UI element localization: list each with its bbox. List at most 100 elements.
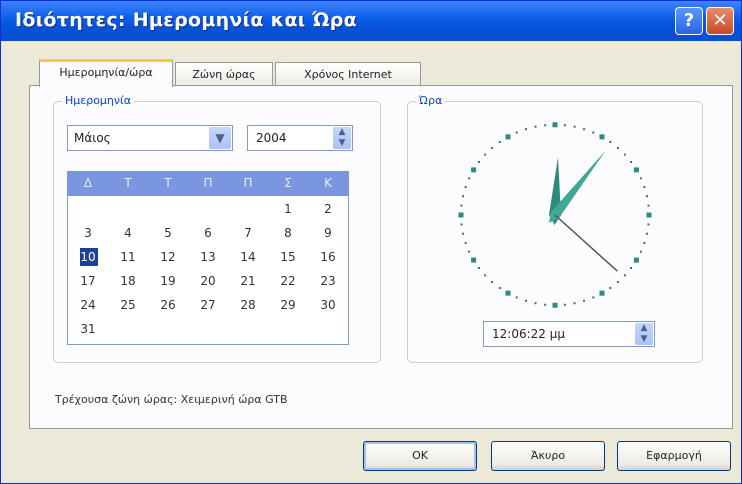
minute-marker (462, 195, 465, 198)
minute-marker (468, 177, 471, 180)
hour-marker (633, 167, 639, 173)
minute-marker (563, 124, 566, 127)
tab-internet-time[interactable]: Χρόνος Internet (275, 62, 421, 86)
minute-marker (592, 296, 595, 299)
calendar-day[interactable]: 1 (268, 202, 308, 216)
hour-marker (471, 167, 477, 173)
weekday-label: Τ (164, 176, 172, 190)
minute-marker (477, 267, 480, 270)
minute-marker (630, 267, 633, 270)
calendar-day[interactable]: 12 (148, 250, 188, 264)
cancel-button[interactable]: Άκυρο (491, 441, 605, 471)
calendar-day[interactable]: 20 (188, 274, 228, 288)
calendar-day[interactable]: 22 (268, 274, 308, 288)
minute-marker (639, 177, 642, 180)
hour-marker (552, 302, 558, 308)
calendar-day[interactable]: 29 (268, 298, 308, 312)
calendar-day[interactable]: 19 (148, 274, 188, 288)
minute-marker (484, 153, 487, 156)
weekday-label: Δ (83, 176, 93, 190)
spinner-arrows-icon[interactable]: ▲ ▼ (333, 127, 351, 149)
calendar-day[interactable]: 6 (188, 226, 228, 240)
help-button[interactable]: ? (675, 7, 703, 35)
calendar-day[interactable]: 27 (188, 298, 228, 312)
calendar-day[interactable]: 7 (228, 226, 268, 240)
minute-marker (534, 125, 537, 128)
minute-marker (544, 124, 547, 127)
ok-button[interactable]: OK (363, 441, 477, 471)
calendar-day[interactable]: 16 (308, 250, 348, 264)
calendar-day[interactable]: 10 (68, 250, 108, 264)
minute-marker (563, 303, 566, 306)
minute-marker (464, 241, 467, 244)
hour-marker (599, 290, 605, 296)
calendar-day[interactable]: 24 (68, 298, 108, 312)
calendar-weekday-header: ΔΤΤΠΠΣΚ (68, 172, 348, 196)
minute-marker (616, 281, 619, 284)
calendar-day[interactable]: 11 (108, 250, 148, 264)
minute-marker (573, 302, 576, 305)
calendar-day[interactable]: 4 (108, 226, 148, 240)
calendar: ΔΤΤΠΠΣΚ 1 2 3 4 5 6 7 8 9 10 11 12 13 14 15 16 17 18 19 20 2… (67, 171, 349, 345)
calendar-day[interactable]: 25 (108, 298, 148, 312)
minute-marker (484, 274, 487, 277)
minute-marker (639, 250, 642, 253)
calendar-day[interactable]: 14 (228, 250, 268, 264)
hour-marker (458, 212, 464, 218)
minute-marker (609, 140, 612, 143)
minute-marker (515, 296, 518, 299)
minute-marker (464, 186, 467, 189)
calendar-day[interactable]: 28 (228, 298, 268, 312)
minute-marker (462, 232, 465, 235)
chevron-down-icon[interactable]: ▼ (209, 127, 231, 149)
month-value: Μάιος (74, 131, 111, 145)
current-timezone-text: Τρέχουσα ζώνη ώρας: Χειμερινή ώρα GTB (55, 393, 288, 406)
calendar-day[interactable]: 2 (308, 202, 348, 216)
minute-marker (583, 299, 586, 302)
calendar-day[interactable]: 23 (308, 274, 348, 288)
calendar-day[interactable]: 9 (308, 226, 348, 240)
tab-date-time[interactable]: Ημερομηνία/ώρα (39, 59, 173, 87)
minute-marker (609, 287, 612, 290)
date-time-properties-window: Ιδιότητες: Ημερομηνία και Ώρα ? ✕ Ημερομ… (0, 0, 742, 484)
year-spinner[interactable]: 2004 ▲ ▼ (247, 125, 353, 151)
analog-clock (458, 122, 652, 308)
calendar-day[interactable]: 5 (148, 226, 188, 240)
date-group-label: Ημερομηνία (62, 94, 135, 107)
second-hand (554, 214, 618, 272)
calendar-day[interactable]: 3 (68, 226, 108, 240)
weekday-label: Τ (124, 176, 132, 190)
close-button[interactable]: ✕ (706, 7, 734, 35)
time-group-label: Ώρα (416, 94, 446, 107)
calendar-day[interactable]: 21 (228, 274, 268, 288)
minute-marker (498, 287, 501, 290)
spinner-arrows-icon[interactable]: ▲ ▼ (635, 323, 653, 345)
calendar-day[interactable]: 15 (268, 250, 308, 264)
minute-marker (460, 204, 463, 207)
minute-marker (515, 131, 518, 134)
calendar-day[interactable]: 30 (308, 298, 348, 312)
calendar-day[interactable]: 26 (148, 298, 188, 312)
month-dropdown[interactable]: Μάιος ▼ (67, 125, 233, 151)
apply-button[interactable]: Εφαρμογή (617, 441, 731, 471)
close-icon: ✕ (712, 10, 728, 31)
calendar-day[interactable]: 17 (68, 274, 108, 288)
minute-marker (647, 204, 650, 207)
time-spinner[interactable]: 12:06:22 μμ ▲ ▼ (483, 321, 655, 347)
minute-marker (544, 303, 547, 306)
tab-time-zone[interactable]: Ζώνη ώρας (175, 62, 273, 86)
time-value: 12:06:22 μμ (492, 327, 565, 341)
hour-marker (633, 257, 639, 263)
hour-marker (599, 134, 605, 140)
weekday-label: Π (203, 176, 213, 190)
minute-marker (623, 274, 626, 277)
calendar-day[interactable]: 13 (188, 250, 228, 264)
hour-marker (646, 212, 652, 218)
title-bar[interactable]: Ιδιότητες: Ημερομηνία και Ώρα ? ✕ (1, 1, 741, 41)
calendar-day[interactable]: 31 (68, 322, 108, 336)
calendar-day[interactable]: 8 (268, 226, 308, 240)
minute-marker (623, 153, 626, 156)
calendar-day[interactable]: 18 (108, 274, 148, 288)
minute-marker (592, 131, 595, 134)
minute-marker (524, 299, 527, 302)
